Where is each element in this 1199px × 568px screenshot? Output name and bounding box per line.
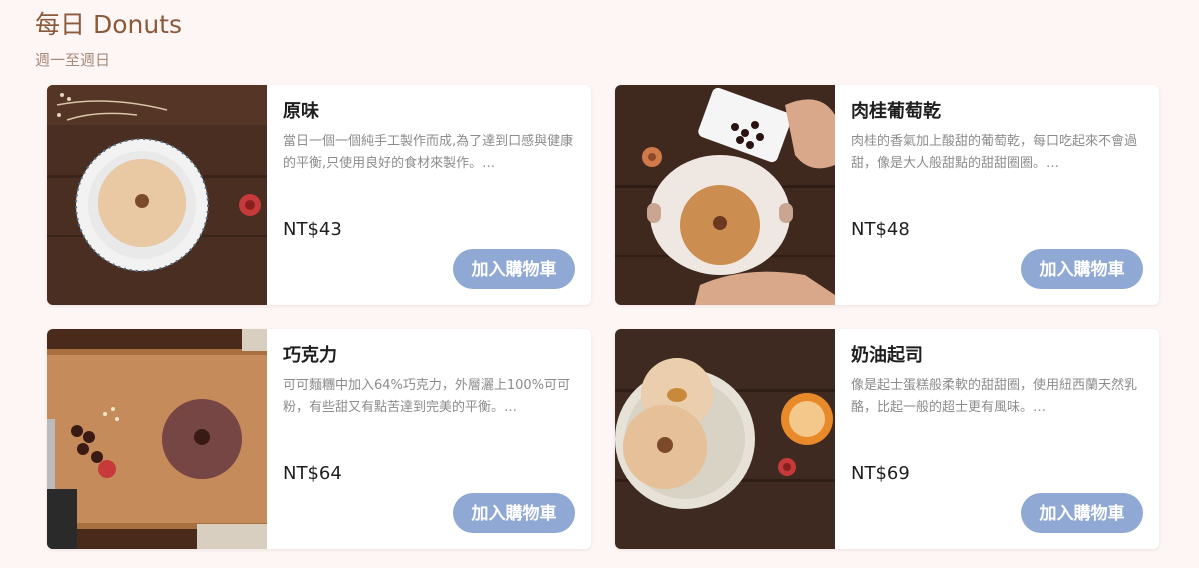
product-photo-cream-cheese xyxy=(615,329,835,549)
add-to-cart-button[interactable]: 加入購物車 xyxy=(453,249,575,289)
add-to-cart-button[interactable]: 加入購物車 xyxy=(453,493,575,533)
product-price: NT$64 xyxy=(283,463,342,484)
product-card-plain: 原味 當日一個一個純手工製作而成,為了達到口感與健康的平衡,只使用良好的食材來製… xyxy=(47,85,591,305)
product-price: NT$43 xyxy=(283,219,342,240)
product-name: 肉桂葡萄乾 xyxy=(851,101,941,122)
product-card-cream-cheese: 奶油起司 像是起士蛋糕般柔軟的甜甜圈，使用紐西蘭天然乳酪，比起一般的超士更有風味… xyxy=(615,329,1159,549)
product-card-chocolate: 巧克力 可可麵糰中加入64%巧克力，外層灑上100%可可粉，有些甜又有點苦達到完… xyxy=(47,329,591,549)
product-name: 奶油起司 xyxy=(851,345,923,366)
daily-donuts-page: 每日 Donuts 週一至週日 原味 當日一個一個純手工製作而成,為了達到口感與… xyxy=(0,0,1199,568)
product-description: 像是起士蛋糕般柔軟的甜甜圈，使用紐西蘭天然乳酪，比起一般的超士更有風味。… xyxy=(851,378,1138,415)
product-price: NT$69 xyxy=(851,463,910,484)
product-name: 巧克力 xyxy=(283,345,337,366)
add-to-cart-button[interactable]: 加入購物車 xyxy=(1021,493,1143,533)
add-to-cart-button[interactable]: 加入購物車 xyxy=(1021,249,1143,289)
section-title: 每日 Donuts xyxy=(35,10,183,39)
product-description: 可可麵糰中加入64%巧克力，外層灑上100%可可粉，有些甜又有點苦達到完美的平衡… xyxy=(283,378,571,415)
product-name: 原味 xyxy=(283,101,319,122)
product-photo-plain xyxy=(47,85,267,305)
product-price: NT$48 xyxy=(851,219,910,240)
product-card-cinnamon-raisin: 肉桂葡萄乾 肉桂的香氣加上酸甜的葡萄乾，每口吃起來不會過甜，像是大人般甜點的甜甜… xyxy=(615,85,1159,305)
product-photo-cinnamon-raisin xyxy=(615,85,835,305)
product-description: 肉桂的香氣加上酸甜的葡萄乾，每口吃起來不會過甜，像是大人般甜點的甜甜圈圈。… xyxy=(851,134,1138,171)
section-subtitle: 週一至週日 xyxy=(35,51,111,69)
product-description: 當日一個一個純手工製作而成,為了達到口感與健康的平衡,只使用良好的食材來製作。… xyxy=(283,134,574,171)
product-photo-chocolate xyxy=(47,329,267,549)
